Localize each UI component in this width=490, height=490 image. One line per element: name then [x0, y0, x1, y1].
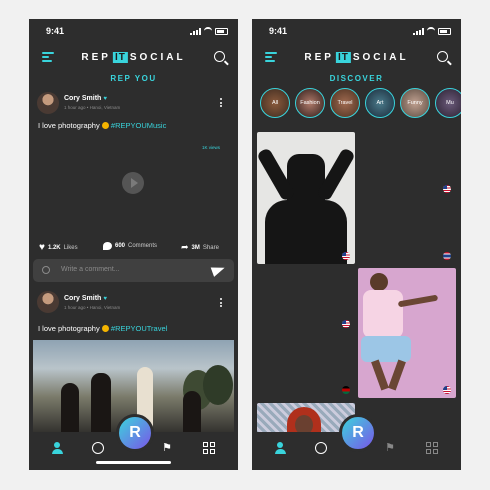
- create-post-button[interactable]: R: [116, 414, 154, 452]
- bottom-tab-bar: R ⚑: [29, 414, 238, 470]
- status-bar: 9:41: [252, 24, 461, 38]
- status-bar: 9:41: [29, 24, 238, 38]
- avatar[interactable]: [37, 291, 59, 313]
- story-music[interactable]: Mu: [435, 88, 461, 118]
- page-title: REP YOU: [110, 74, 157, 83]
- more-options-icon[interactable]: [220, 298, 223, 309]
- comment-input[interactable]: Write a comment...: [33, 259, 234, 282]
- comment-placeholder: Write a comment...: [61, 266, 120, 273]
- globe-tab-icon[interactable]: [92, 442, 104, 454]
- app-logo: REP IT SOCIAL: [81, 52, 186, 63]
- comment-bubble-icon: [103, 242, 112, 250]
- story-art[interactable]: Art: [365, 88, 395, 118]
- flag-tab-icon[interactable]: ⚑: [162, 442, 174, 454]
- flag-icon-ke: [342, 386, 350, 394]
- battery-icon: [215, 27, 228, 35]
- flag-icon-us: [443, 185, 451, 193]
- post-caption: I love photography #REPYOUTravel: [38, 324, 168, 333]
- story-funny[interactable]: Funny: [400, 88, 430, 118]
- signal-icon: [413, 27, 424, 35]
- verified-icon: ♥: [103, 96, 107, 102]
- hashtag-link[interactable]: #REPYOUMusic: [111, 121, 166, 130]
- app-header: REP IT SOCIAL: [29, 49, 238, 67]
- story-all[interactable]: All: [260, 88, 290, 118]
- signal-icon: [190, 27, 201, 35]
- status-time: 9:41: [269, 26, 288, 36]
- discover-screen: 9:41 REP IT SOCIAL DISCOVER All Fashion …: [252, 19, 461, 470]
- home-indicator: [96, 461, 171, 464]
- menu-icon[interactable]: [42, 52, 54, 64]
- post-username[interactable]: Cory Smith ♥: [64, 295, 107, 302]
- flag-icon-us: [342, 320, 350, 328]
- wifi-icon: [427, 27, 435, 35]
- profile-tab-icon[interactable]: [51, 442, 63, 454]
- discover-tile[interactable]: [358, 268, 456, 398]
- play-button[interactable]: [122, 172, 144, 194]
- story-travel[interactable]: Travel: [330, 88, 360, 118]
- page-title: DISCOVER: [329, 74, 384, 83]
- search-icon[interactable]: [214, 51, 225, 62]
- emoji-icon: [101, 122, 109, 129]
- share-button[interactable]: ➦ 3M Share: [181, 242, 219, 253]
- avatar[interactable]: [37, 92, 59, 114]
- post-username[interactable]: Cory Smith ♥: [64, 95, 107, 102]
- post-caption: I love photography #REPYOUMusic: [38, 121, 167, 130]
- hashtag-link[interactable]: #REPYOUTravel: [111, 324, 167, 333]
- status-time: 9:41: [46, 26, 65, 36]
- flag-icon-us: [443, 386, 451, 394]
- battery-icon: [438, 27, 451, 35]
- category-stories: All Fashion Travel Art Funny Mu: [260, 88, 461, 120]
- more-options-icon[interactable]: [220, 98, 223, 109]
- comment-button[interactable]: 600 Comments: [103, 242, 157, 250]
- like-button[interactable]: ♥ 1.2K Likes: [39, 242, 78, 253]
- grid-tab-icon[interactable]: [426, 442, 438, 454]
- post-meta: 1 hour ago • Hanoi, Vietnam: [64, 305, 121, 310]
- story-fashion[interactable]: Fashion: [295, 88, 325, 118]
- grid-tab-icon[interactable]: [203, 442, 215, 454]
- create-post-button[interactable]: R: [339, 414, 377, 452]
- heart-icon: ♥: [39, 242, 45, 253]
- flag-tab-icon[interactable]: ⚑: [385, 442, 397, 454]
- profile-tab-icon[interactable]: [274, 442, 286, 454]
- globe-tab-icon[interactable]: [315, 442, 327, 454]
- post-meta: 1 hour ago • Hanoi, Vietnam: [64, 105, 121, 110]
- emoji-icon: [101, 325, 109, 332]
- flag-icon-us: [342, 252, 350, 260]
- search-icon[interactable]: [437, 51, 448, 62]
- share-arrow-icon: ➦: [181, 242, 189, 252]
- app-logo: REP IT SOCIAL: [304, 52, 409, 63]
- send-icon[interactable]: [210, 263, 227, 277]
- flag-icon-th: [443, 252, 451, 260]
- app-header: REP IT SOCIAL: [252, 49, 461, 67]
- verified-icon: ♥: [103, 296, 107, 302]
- bottom-tab-bar: R ⚑: [252, 414, 461, 470]
- discover-tile[interactable]: [257, 132, 355, 264]
- rep-you-screen: 9:41 REP IT SOCIAL REP YOU Cory Smith ♥ 1…: [29, 19, 238, 470]
- view-count: 1K views: [201, 145, 220, 150]
- post-actions: ♥ 1.2K Likes 600 Comments ➦ 3M Share: [29, 242, 238, 254]
- menu-icon[interactable]: [265, 52, 277, 64]
- wifi-icon: [204, 27, 212, 35]
- emoji-picker-icon[interactable]: [42, 266, 50, 274]
